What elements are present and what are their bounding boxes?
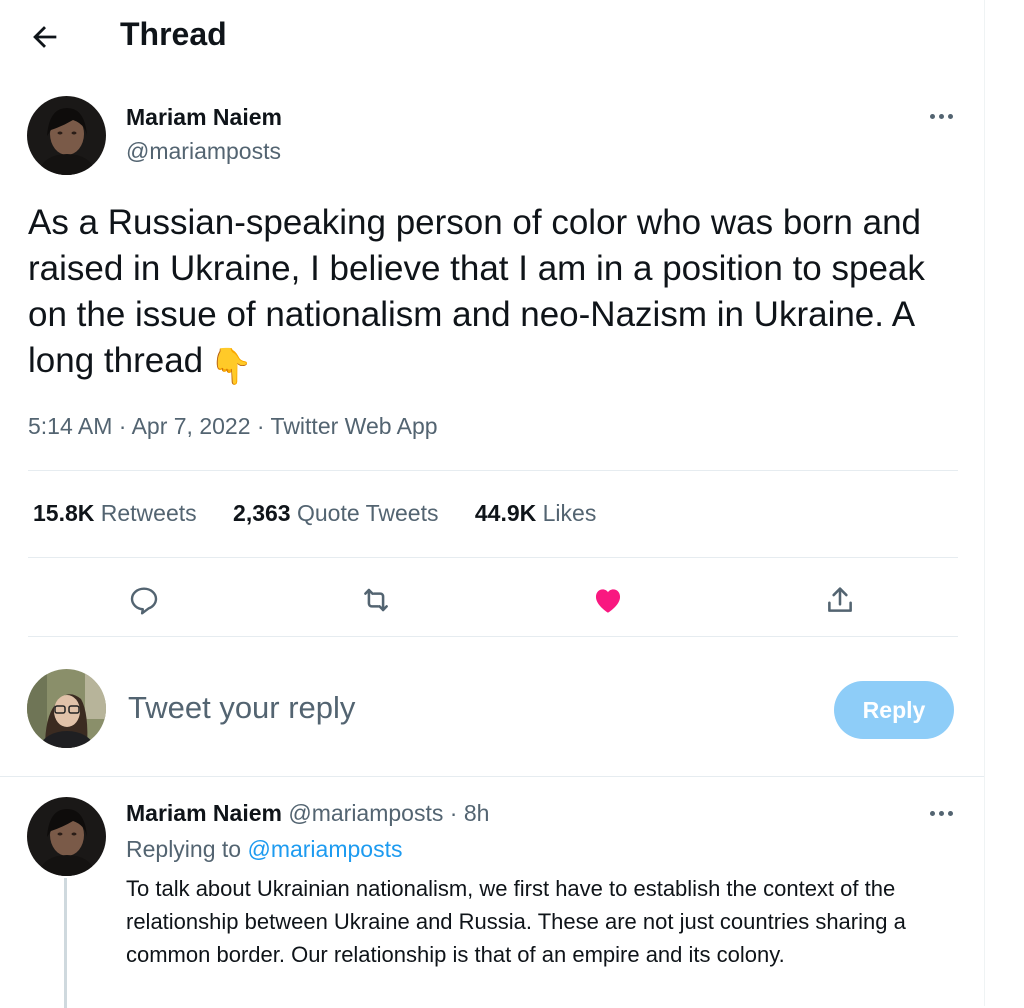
pointing-down-emoji: 👇 <box>209 347 253 386</box>
divider <box>28 557 958 558</box>
reply-button[interactable]: Reply <box>834 681 954 739</box>
reply-header: Mariam Naiem @mariamposts · 8h <box>126 800 489 827</box>
likes-count: 44.9K <box>474 500 537 526</box>
author-name[interactable]: Mariam Naiem <box>126 104 282 131</box>
meta-separator: · <box>256 413 265 439</box>
retweet-icon[interactable] <box>356 580 396 620</box>
likes-stat[interactable]: 44.9K Likes <box>475 500 596 526</box>
reply-author-handle[interactable]: @mariamposts <box>288 800 443 826</box>
more-options-icon[interactable] <box>924 803 960 823</box>
meta-separator: · <box>449 800 458 826</box>
retweets-stat[interactable]: 15.8K Retweets <box>33 500 197 526</box>
replying-mention[interactable]: @mariamposts <box>247 836 402 862</box>
page-title: Thread <box>120 16 227 52</box>
tweet-source[interactable]: Twitter Web App <box>271 413 438 439</box>
thread-connector-line <box>64 878 67 1008</box>
author-handle[interactable]: @mariamposts <box>126 138 281 165</box>
thread-column: Thread Mariam Naiem @mariamposts As a Ru… <box>0 0 985 1008</box>
tweet-stats: 15.8K Retweets 2,363 Quote Tweets 44.9K … <box>33 500 626 527</box>
reply-time[interactable]: 8h <box>464 800 490 826</box>
replying-prefix: Replying to <box>126 836 242 862</box>
tweet-date[interactable]: Apr 7, 2022 <box>132 413 251 439</box>
retweets-label: Retweets <box>100 500 197 526</box>
divider <box>0 776 984 777</box>
meta-separator: · <box>118 413 127 439</box>
share-icon[interactable] <box>820 580 860 620</box>
avatar[interactable] <box>27 797 106 876</box>
tweet-meta: 5:14 AM · Apr 7, 2022 · Twitter Web App <box>28 413 438 440</box>
reply-icon[interactable] <box>124 580 164 620</box>
replying-to: Replying to @mariamposts <box>126 836 402 863</box>
tweet-time[interactable]: 5:14 AM <box>28 413 112 439</box>
reply-text: To talk about Ukrainian nationalism, we … <box>126 876 906 967</box>
more-options-icon[interactable] <box>924 106 960 126</box>
like-heart-icon[interactable] <box>588 580 628 620</box>
divider <box>28 470 958 471</box>
tweet-text: As a Russian-speaking person of color wh… <box>28 200 968 390</box>
quotes-count: 2,363 <box>233 500 291 526</box>
tweet-body: As a Russian-speaking person of color wh… <box>28 203 925 380</box>
avatar[interactable] <box>27 96 106 175</box>
retweets-count: 15.8K <box>33 500 95 526</box>
reply-input[interactable]: Tweet your reply <box>128 690 355 726</box>
quotes-label: Quote Tweets <box>296 500 439 526</box>
quotes-stat[interactable]: 2,363 Quote Tweets <box>233 500 438 526</box>
arrow-left-icon[interactable] <box>28 20 62 54</box>
reply-author-name[interactable]: Mariam Naiem <box>126 800 282 826</box>
likes-label: Likes <box>542 500 597 526</box>
thread-header: Thread <box>0 0 984 74</box>
avatar[interactable] <box>27 669 106 748</box>
divider <box>28 636 958 637</box>
